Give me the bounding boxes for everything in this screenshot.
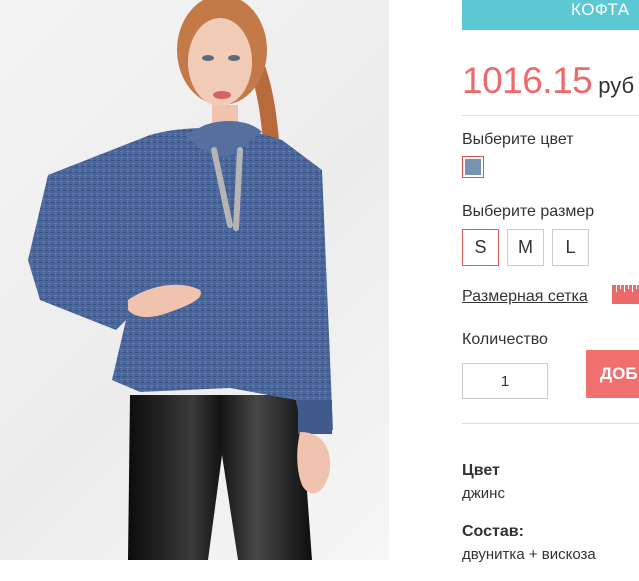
divider (462, 115, 639, 116)
size-chart-link[interactable]: Размерная сетка (462, 288, 588, 306)
size-option-m[interactable]: M (507, 229, 544, 266)
price-currency: руб (598, 73, 635, 98)
category-banner: КОФТА (462, 0, 639, 30)
size-options: S M L (462, 229, 589, 266)
add-to-cart-button[interactable]: ДОБ (586, 350, 639, 398)
spec-color-title: Цвет (462, 462, 500, 479)
size-option-s[interactable]: S (462, 229, 499, 266)
divider (462, 423, 639, 424)
category-banner-label: КОФТА (571, 0, 630, 19)
size-selector-label: Выберите размер (462, 203, 595, 220)
color-selector-label: Выберите цвет (462, 131, 574, 148)
quantity-input[interactable] (462, 363, 548, 399)
size-option-l[interactable]: L (552, 229, 589, 266)
product-photo (0, 0, 389, 560)
color-swatch[interactable] (462, 156, 484, 178)
color-swatch-fill (465, 159, 481, 175)
spec-color-value: джинс (462, 485, 505, 502)
spec-composition-title: Состав: (462, 523, 524, 540)
ruler-icon[interactable] (612, 285, 639, 304)
product-price: 1016.15 руб (462, 60, 634, 102)
spec-composition-value: двунитка + вискоза (462, 546, 596, 563)
price-value: 1016.15 (462, 60, 593, 101)
quantity-label: Количество (462, 331, 548, 348)
